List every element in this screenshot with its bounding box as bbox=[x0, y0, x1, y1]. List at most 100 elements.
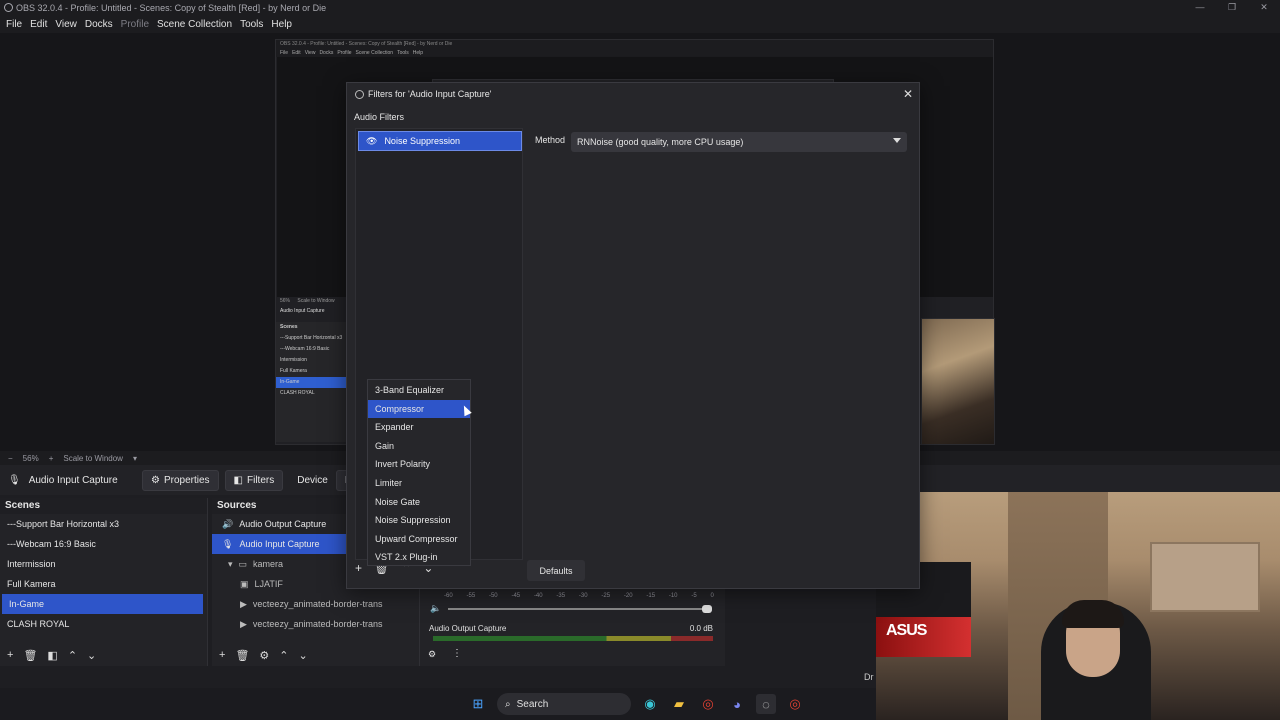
filters-button[interactable]: ◧ Filters bbox=[224, 469, 284, 491]
menu-item[interactable]: 3-Band Equalizer bbox=[368, 381, 470, 400]
source-label: vecteezy_animated-border-trans bbox=[252, 619, 383, 629]
source-label: kamera bbox=[253, 559, 284, 569]
scale-mode-select[interactable]: Scale to Window bbox=[63, 454, 123, 463]
move-up-icon[interactable]: ⌃ bbox=[68, 649, 77, 662]
nested-menu-tools: Tools bbox=[397, 50, 409, 56]
file-explorer-icon[interactable]: ▰ bbox=[669, 694, 689, 714]
tick-label: -20 bbox=[623, 593, 633, 599]
mixer-channel-label: Audio Output Capture bbox=[429, 624, 507, 633]
audio-filters-label: Audio Filters bbox=[354, 112, 405, 122]
menu-scene-collection[interactable]: Scene Collection bbox=[153, 19, 236, 30]
close-window-button[interactable]: ✕ bbox=[1248, 0, 1280, 15]
remove-scene-icon[interactable]: 🗑 bbox=[23, 649, 37, 662]
mixer-menu-icon[interactable]: ⋮ bbox=[452, 648, 462, 659]
tick-label: -50 bbox=[488, 593, 498, 599]
menu-item[interactable]: Limiter bbox=[368, 474, 470, 493]
properties-button[interactable]: ⚙ Properties bbox=[142, 469, 219, 491]
window-title: OBS 32.0.4 - Profile: Untitled - Scenes:… bbox=[16, 2, 327, 13]
menu-item[interactable]: Expander bbox=[368, 418, 470, 437]
scene-item[interactable]: Intermission bbox=[0, 554, 207, 574]
dialog-title-bar: Filters for 'Audio Input Capture' bbox=[347, 83, 919, 105]
chevron-down-icon[interactable]: ▾ bbox=[133, 454, 137, 463]
maximize-button[interactable]: ❐ bbox=[1216, 0, 1248, 15]
move-down-icon[interactable]: ⌄ bbox=[87, 649, 96, 662]
nested-zoombar: 56% Scale to Window bbox=[280, 298, 335, 304]
gear-icon: ⚙ bbox=[151, 474, 160, 486]
menu-profile[interactable]: Profile bbox=[117, 19, 153, 30]
mixer-settings-icon[interactable]: ⚙ bbox=[428, 649, 436, 660]
add-source-icon[interactable]: + bbox=[219, 649, 225, 661]
chrome-alt-icon[interactable]: ◎ bbox=[785, 694, 805, 714]
taskbar-search[interactable]: ⌕ Search bbox=[497, 693, 631, 715]
window-title-bar: OBS 32.0.4 - Profile: Untitled - Scenes:… bbox=[0, 0, 1280, 15]
scene-item[interactable]: CLASH ROYAL bbox=[0, 614, 207, 634]
sources-toolbar: + 🗑 ⚙ ⌃ ⌄ bbox=[212, 644, 419, 666]
menu-edit[interactable]: Edit bbox=[26, 19, 51, 30]
tick-label: -30 bbox=[578, 593, 588, 599]
add-filter-icon[interactable]: + bbox=[355, 561, 362, 575]
source-item[interactable]: ▶ vecteezy_animated-border-trans bbox=[212, 614, 419, 634]
menu-file[interactable]: File bbox=[2, 19, 26, 30]
zoom-in-icon[interactable]: + bbox=[49, 454, 54, 463]
source-properties-icon[interactable]: ⚙ bbox=[259, 649, 269, 662]
tick-label: -25 bbox=[601, 593, 611, 599]
speaker-icon: 🔊 bbox=[222, 519, 234, 529]
volume-slider-handle[interactable] bbox=[702, 605, 712, 613]
defaults-button[interactable]: Defaults bbox=[527, 560, 585, 581]
windows-start-icon[interactable]: ⊞ bbox=[468, 694, 488, 714]
tick-label: 0 bbox=[710, 593, 714, 599]
scene-item-selected[interactable]: In-Game bbox=[2, 594, 203, 614]
minimize-button[interactable]: — bbox=[1184, 0, 1216, 15]
volume-slider[interactable] bbox=[448, 605, 712, 613]
discord-icon[interactable]: ◕ bbox=[727, 694, 747, 714]
nested-scenes-title: Scenes bbox=[280, 324, 298, 330]
method-select-value: RNNoise (good quality, more CPU usage) bbox=[577, 137, 744, 147]
source-label: LJATIF bbox=[254, 579, 283, 589]
chrome-icon[interactable]: ◎ bbox=[698, 694, 718, 714]
menu-item[interactable]: Invert Polarity bbox=[368, 455, 470, 474]
move-up-icon[interactable]: ⌃ bbox=[279, 649, 288, 662]
tick-label: -35 bbox=[556, 593, 566, 599]
nested-scene-item: CLASH ROYAL bbox=[280, 390, 315, 396]
menu-item[interactable]: Upward Compressor bbox=[368, 530, 470, 549]
microphone-icon: 🎙 bbox=[222, 539, 234, 549]
scene-item[interactable]: ---Webcam 16:9 Basic bbox=[0, 534, 207, 554]
window-controls: — ❐ ✕ bbox=[1184, 0, 1280, 15]
menu-tools[interactable]: Tools bbox=[236, 19, 267, 30]
filter-item-label: Noise Suppression bbox=[384, 136, 460, 146]
menu-item[interactable]: Noise Gate bbox=[368, 493, 470, 512]
nested-scene-item: Intermission bbox=[280, 357, 307, 363]
nested-menu-edit: Edit bbox=[292, 50, 301, 56]
tick-label: -55 bbox=[466, 593, 476, 599]
menu-view[interactable]: View bbox=[51, 19, 81, 30]
menu-item[interactable]: VST 2.x Plug-in bbox=[368, 548, 470, 567]
streamer-webcam: ASUS bbox=[876, 492, 1280, 720]
add-scene-icon[interactable]: + bbox=[7, 649, 13, 661]
menu-item-highlighted[interactable]: Compressor bbox=[368, 399, 470, 419]
chevron-down-icon[interactable]: ▾ bbox=[228, 554, 233, 574]
volume-icon[interactable]: 🔈 bbox=[430, 603, 441, 614]
obs-logo-icon bbox=[355, 89, 364, 99]
nested-source-name: Audio Input Capture bbox=[280, 308, 325, 314]
zoom-out-icon[interactable]: − bbox=[8, 454, 13, 463]
scene-item[interactable]: ---Support Bar Horizontal x3 bbox=[0, 514, 207, 534]
close-icon[interactable]: ✕ bbox=[903, 87, 913, 101]
obs-taskbar-icon[interactable]: ◌ bbox=[756, 694, 776, 714]
source-item[interactable]: ▶ vecteezy_animated-border-trans bbox=[212, 594, 419, 614]
audio-mixer: -60 -55 -50 -45 -40 -35 -30 -25 -20 -15 … bbox=[420, 585, 725, 666]
tick-label: -40 bbox=[533, 593, 543, 599]
eye-icon[interactable]: 👁 bbox=[366, 136, 377, 147]
nested-menu-profile: Profile bbox=[337, 50, 352, 56]
filter-item[interactable]: 👁 Noise Suppression bbox=[358, 131, 522, 151]
menu-docks[interactable]: Docks bbox=[81, 19, 117, 30]
move-down-icon[interactable]: ⌄ bbox=[299, 649, 308, 662]
menu-item[interactable]: Noise Suppression bbox=[368, 511, 470, 530]
method-select[interactable]: RNNoise (good quality, more CPU usage) bbox=[571, 132, 907, 152]
scene-item[interactable]: Full Kamera bbox=[0, 574, 207, 594]
scene-filters-icon[interactable]: ◧ bbox=[47, 649, 57, 662]
menu-help[interactable]: Help bbox=[267, 19, 296, 30]
remove-source-icon[interactable]: 🗑 bbox=[235, 649, 249, 662]
edge-icon[interactable]: ◉ bbox=[640, 694, 660, 714]
menu-item[interactable]: Gain bbox=[368, 437, 470, 456]
scenes-dock: Scenes ---Support Bar Horizontal x3 ---W… bbox=[0, 498, 208, 666]
